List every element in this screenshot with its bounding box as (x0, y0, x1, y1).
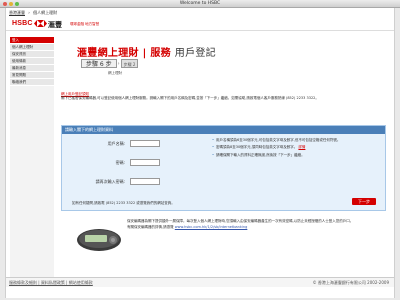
form-tips: 用戶名稱須為6至30個字元,可包括英文字母及數字,但不可包括空格或任何符號。 密… (212, 138, 382, 160)
sidebar-item-news[interactable]: 最新消息 (10, 65, 54, 72)
page-title-prefix: 滙豐網上理財 (77, 48, 139, 59)
web-page: 香港滙豐 › 個人網上理財 HSBC 滙豐 環球金融 地方智慧 登入 個人網上理… (5, 8, 395, 298)
username-input[interactable] (130, 140, 160, 147)
sidebar-item-login[interactable]: 登入 (10, 37, 54, 44)
footer-copyright: © 香港上海滙豐銀行有限公司 2002-2009 (312, 280, 389, 285)
tip-item: 密碼須為8至30個字元,須同時包括英文字母及數字。 詳情 (212, 145, 382, 150)
page-footer: 服務條款及細則 | 資料私隱政策 | 網站使用條款 © 香港上海滙豐銀行有限公司… (6, 277, 394, 287)
sidebar-item-terms[interactable]: 使用條款 (10, 58, 54, 65)
breadcrumb-current: 個人網上理財 (33, 10, 58, 15)
page-title-link[interactable]: 服務 (150, 48, 171, 59)
sidebar-item-personal-banking[interactable]: 個人網上理財 (10, 44, 54, 51)
step-current: 步驟 6 步 (81, 59, 117, 68)
security-device-section: 保安編碼器為閣下提供額外一層保障。每次登入個人網上理財時,您須輸入由保安編碼器產… (61, 219, 386, 269)
device-link-intro: 有關保安編碼器的詳情,請瀏覽 (127, 225, 174, 230)
sidebar-nav: 登入 個人網上理財 保安資訊 使用條款 最新消息 常見問題 聯絡我們 (10, 37, 54, 277)
page-title-separator: | (142, 48, 147, 59)
password-row: 密碼: (62, 159, 212, 167)
sidebar-item-faq[interactable]: 常見問題 (10, 72, 54, 79)
sidebar-item-security[interactable]: 保安資訊 (10, 51, 54, 58)
page-title-area: 滙豐網上理財 | 服務 用戶登記 步驟 6 步 › 步驟 2 網上理財 (61, 34, 386, 84)
breadcrumb-home-link[interactable]: 香港滙豐 (9, 10, 25, 15)
device-info-link[interactable]: www.hsbc.com.hk/1/2/sb/internetbanking (175, 225, 248, 229)
sidebar-item-contact[interactable]: 聯絡我們 (10, 79, 54, 86)
registration-form: 請輸入閣下的網上理財資料 用戶名稱: 密碼: 請再次輸入密碼: 用戶名稱須為6至… (61, 125, 386, 211)
security-device-icon (77, 229, 121, 251)
brand-tagline: 環球金融 地方智慧 (70, 22, 100, 26)
form-bottom-note: 如有任何疑問,請致電 (852) 2233 3322 或瀏覽我們的網站查詢。 (72, 201, 175, 205)
confirm-password-input[interactable] (130, 178, 160, 185)
info-text: 閣下已獲發保安編碼器,可以登記使用個人網上理財服務。請輸入閣下的用戶名稱及密碼,… (61, 96, 319, 101)
username-label: 用戶名稱: (107, 141, 125, 146)
step-next: 步驟 2 (120, 59, 139, 68)
brand-header: HSBC 滙豐 環球金融 地方智慧 (6, 17, 394, 31)
next-button[interactable]: 下一步 (352, 198, 376, 205)
hsbc-logo[interactable]: HSBC (12, 20, 33, 27)
password-input[interactable] (130, 159, 160, 166)
window-title: Welcome to HSBC (179, 1, 221, 6)
breadcrumb-separator: › (28, 10, 30, 15)
info-section: 網上用戶登記須知 閣下已獲發保安編碼器,可以登記使用個人網上理財服務。請輸入閣下… (61, 92, 386, 119)
tip-text: 密碼須為8至30個字元,須同時包括英文字母及數字。 (216, 145, 298, 150)
device-link-row: 有關保安編碼器的詳情,請瀏覽 www.hsbc.com.hk/1/2/sb/in… (127, 225, 382, 229)
breadcrumb: 香港滙豐 › 個人網上理財 (6, 8, 394, 17)
confirm-password-row: 請再次輸入密碼: (62, 178, 212, 186)
page-title: 滙豐網上理財 | 服務 用戶登記 (77, 44, 216, 59)
tip-item: 請確保閣下輸入的資料正確無誤,然後按「下一步」繼續。 (212, 153, 382, 158)
window-titlebar: Welcome to HSBC (0, 0, 400, 8)
step-indicator: 步驟 6 步 › 步驟 2 (81, 59, 139, 68)
device-description-text: 保安編碼器為閣下提供額外一層保障。每次登入個人網上理財時,您須輸入由保安編碼器產… (127, 219, 354, 223)
browser-window: Welcome to HSBC 香港滙豐 › 個人網上理財 HSBC 滙豐 環球… (0, 0, 400, 300)
tip-details-link[interactable]: 詳情 (298, 145, 305, 149)
confirm-password-label: 請再次輸入密碼: (95, 179, 125, 184)
form-header: 請輸入閣下的網上理財資料 (62, 126, 385, 134)
password-label: 密碼: (115, 160, 125, 165)
hsbc-chinese-name: 滙豐 (48, 21, 62, 29)
page-title-main: 用戶登記 (174, 48, 216, 59)
step-subtitle: 網上理財 (108, 71, 122, 75)
username-row: 用戶名稱: (62, 140, 212, 148)
tip-item: 用戶名稱須為6至30個字元,可包括英文字母及數字,但不可包括空格或任何符號。 (212, 138, 382, 143)
hsbc-hexagon-icon (34, 20, 47, 27)
security-device-description: 保安編碼器為閣下提供額外一層保障。每次登入個人網上理財時,您須輸入由保安編碼器產… (127, 219, 382, 230)
step-arrow-icon: › (117, 60, 120, 67)
footer-links[interactable]: 服務條款及細則 | 資料私隱政策 | 網站使用條款 (9, 280, 93, 286)
